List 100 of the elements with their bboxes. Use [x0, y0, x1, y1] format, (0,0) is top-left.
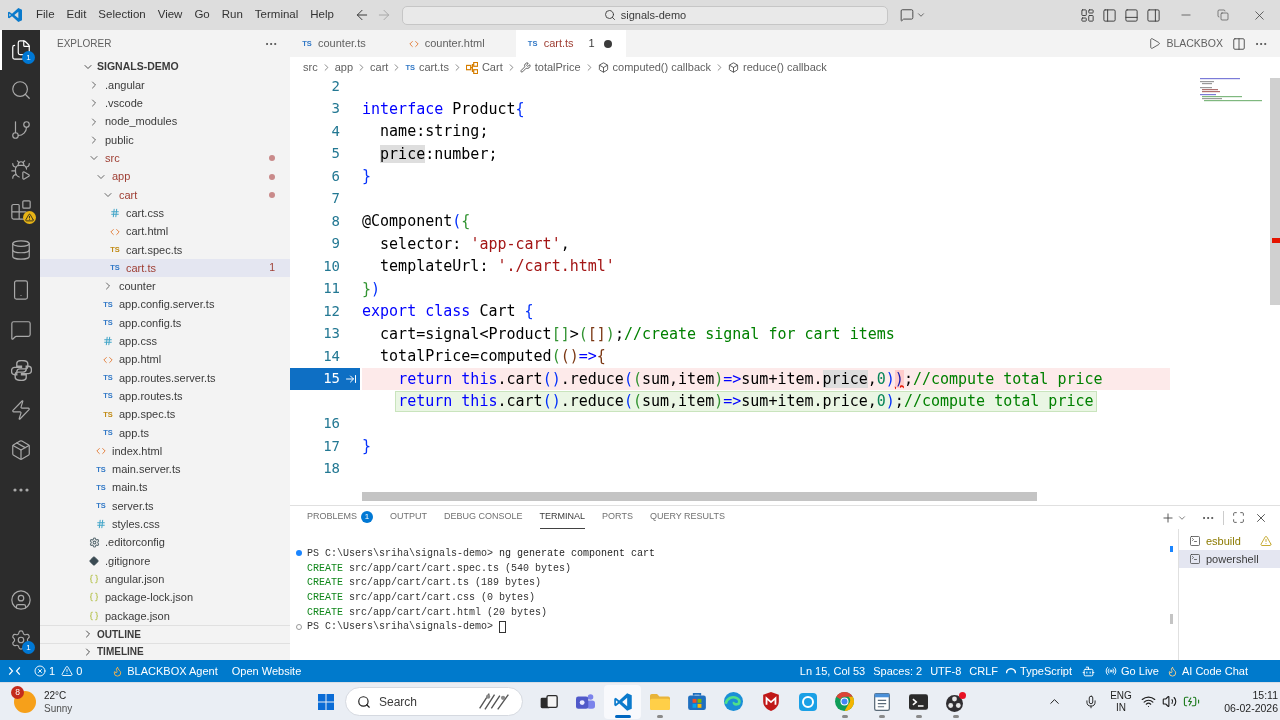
bot-icon — [1082, 664, 1096, 678]
tree-item[interactable]: package.json — [40, 606, 290, 625]
panel-tab[interactable]: TERMINAL — [539, 506, 586, 529]
panel-left-icon[interactable] — [1102, 7, 1117, 23]
terminal-list-item[interactable]: esbuild — [1179, 532, 1280, 550]
activity-button[interactable]: 1 — [0, 620, 40, 660]
snake-logo-icon — [10, 359, 32, 381]
panel-tab[interactable]: DEBUG CONSOLE — [444, 506, 523, 529]
account-icon — [10, 589, 32, 611]
chevron-down-icon[interactable] — [916, 10, 926, 20]
chat-icon[interactable] — [900, 8, 914, 22]
back-arrow-icon[interactable] — [354, 7, 370, 23]
line-number: 7 — [331, 189, 340, 209]
agent-status[interactable]: BLACKBOX Agent — [106, 660, 224, 682]
class-symbol-icon — [465, 61, 478, 74]
panel-tab[interactable]: OUTPUT — [390, 506, 427, 529]
folder-item[interactable]: .vscode — [40, 94, 290, 113]
problem-count: 1 — [269, 260, 275, 276]
menu-item[interactable]: Help — [304, 4, 340, 26]
status-item[interactable]: Spaces: 2 — [869, 660, 927, 682]
status-item[interactable]: UTF-8 — [926, 660, 966, 682]
line-number: 16 — [323, 414, 340, 434]
menu-item[interactable]: Go — [188, 4, 216, 26]
wifi-icon[interactable] — [1141, 694, 1156, 709]
terminal-list-item[interactable]: powershell — [1179, 550, 1280, 568]
folder-item[interactable]: .angular — [40, 76, 290, 95]
sidebar-section-header[interactable]: OUTLINE — [40, 625, 290, 643]
layout-icon[interactable] — [1080, 7, 1095, 23]
tree-item[interactable]: package-lock.json — [40, 588, 290, 607]
tree-item[interactable]: cart.css — [40, 204, 290, 223]
blackbox-button[interactable]: BLACKBOX — [1166, 35, 1223, 52]
tree-item[interactable]: cart.html — [40, 222, 290, 241]
tree-item[interactable]: angular.json — [40, 570, 290, 589]
folder-item[interactable]: app — [40, 167, 290, 186]
search-icon — [603, 9, 616, 21]
menu-item[interactable]: View — [151, 4, 189, 26]
code-text: }) — [362, 278, 381, 300]
menu-item[interactable]: File — [30, 4, 61, 26]
tree-item[interactable]: app.html — [40, 350, 290, 369]
split-editor-icon[interactable] — [1232, 36, 1246, 51]
app-logo-icon — [7, 7, 23, 23]
scrollbar-thumb[interactable] — [1270, 78, 1280, 305]
status-item[interactable]: Ln 15, Col 53 — [795, 660, 870, 682]
go-live-button[interactable]: Go Live — [1101, 660, 1163, 682]
minimap-drawing — [1200, 78, 1262, 102]
search-icon — [357, 694, 371, 709]
blocks-icon — [10, 199, 32, 221]
menu-item[interactable]: Terminal — [248, 4, 305, 26]
suggested-code: return this.cart().reduce((sum,item)=>sum+item.price,0);//compute total price — [395, 390, 1097, 412]
code-text: } — [362, 436, 372, 457]
problems-status[interactable]: 1 0 — [28, 660, 89, 682]
open-website-link[interactable]: Open Website — [225, 660, 308, 682]
breadcrumb-item[interactable]: app — [334, 59, 354, 76]
maximize-icon[interactable] — [1232, 511, 1245, 524]
breadcrumb-item[interactable]: reduce() callback — [728, 59, 827, 76]
panel-tab[interactable]: QUERY RESULTS — [649, 506, 725, 529]
language-mode[interactable]: TypeScript — [1002, 660, 1077, 682]
weather-condition: Sunny — [44, 701, 73, 715]
speaker-icon[interactable] — [1162, 694, 1177, 709]
line-number: 4 — [331, 121, 340, 141]
breadcrumb-item[interactable]: computed() callback — [597, 59, 711, 76]
folder-item[interactable]: node_modules — [40, 112, 290, 131]
workspace-root[interactable]: SIGNALS-DEMO — [40, 57, 290, 76]
search-field[interactable]: Search — [345, 687, 523, 716]
code-text: export class Cart { — [362, 301, 534, 322]
panel-bottom-icon[interactable] — [1124, 7, 1139, 23]
line-number: 9 — [331, 234, 340, 254]
folder-item[interactable]: public — [40, 130, 290, 150]
tree-item[interactable]: app.css — [40, 332, 290, 351]
temperature: 22°C — [44, 688, 68, 702]
clock[interactable]: 15:11 06-02-2026 — [1216, 688, 1278, 715]
folder-item[interactable]: cart — [40, 185, 290, 205]
status-item[interactable]: CRLF — [965, 660, 1003, 682]
panel-tab[interactable]: PORTS — [602, 506, 633, 529]
panel-tab[interactable]: PROBLEMS 1 — [307, 506, 373, 529]
microphone-icon[interactable] — [1084, 694, 1098, 709]
breadcrumb-item[interactable]: cart — [370, 59, 389, 76]
menu-item[interactable]: Run — [215, 4, 249, 26]
folder-item[interactable]: counter — [40, 277, 290, 296]
menu-item[interactable]: Edit — [60, 4, 93, 26]
braces-icon — [89, 610, 99, 621]
line-number: 11 — [323, 279, 340, 299]
command-center-search[interactable]: signals-demo — [402, 5, 888, 25]
cube-icon — [728, 62, 739, 73]
folder-item[interactable]: src — [40, 149, 290, 168]
breadcrumb-item[interactable]: Cart — [465, 59, 503, 76]
breadcrumb-item[interactable]: src — [303, 59, 318, 76]
tree-item[interactable]: .editorconfig — [40, 533, 290, 552]
tree-item[interactable]: index.html — [40, 441, 290, 461]
terminal-line: CREATE src/app/cart/cart.html (20 bytes) — [307, 605, 548, 620]
scroll-marker-icon — [1170, 546, 1173, 552]
language-indicator[interactable]: ENG IN — [1105, 689, 1137, 714]
tree-item[interactable]: .gitignore — [40, 551, 290, 570]
ai-chat-button[interactable]: AI Code Chat — [1162, 660, 1252, 682]
panel-right-icon[interactable] — [1146, 7, 1161, 23]
menu-item[interactable]: Selection — [92, 4, 152, 26]
scrollbar-thumb[interactable] — [362, 492, 1037, 501]
play-icon[interactable] — [1148, 37, 1162, 50]
breadcrumb-item[interactable]: totalPrice — [519, 59, 581, 76]
tree-item[interactable]: styles.css — [40, 515, 290, 534]
